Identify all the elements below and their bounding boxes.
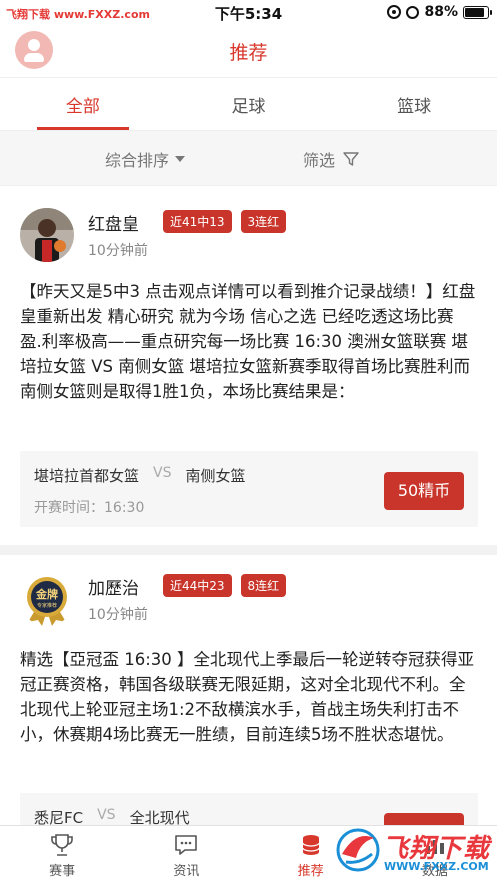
rotation-lock-icon bbox=[387, 5, 402, 19]
author-badges: 近41中13 3连红 bbox=[163, 210, 287, 233]
author-name[interactable]: 红盘皇 bbox=[88, 210, 139, 235]
funnel-icon bbox=[343, 152, 359, 166]
match-teams: 堪培拉首都女篮 VS 南侧女篮 bbox=[34, 465, 246, 486]
nav-news[interactable]: 资讯 bbox=[124, 826, 248, 883]
match-card[interactable]: 悉尼FC VS 全北现代 bbox=[20, 793, 478, 825]
battery-percent: 88% bbox=[424, 4, 458, 20]
battery-icon bbox=[463, 5, 492, 19]
filter-label: 筛选 bbox=[303, 151, 336, 170]
tab-football[interactable]: 足球 bbox=[166, 78, 332, 130]
tab-all[interactable]: 全部 bbox=[0, 78, 166, 130]
away-team: 南侧女篮 bbox=[185, 467, 246, 485]
sort-dropdown[interactable]: 综合排序 bbox=[105, 147, 186, 171]
away-team: 全北现代 bbox=[129, 809, 190, 825]
tab-basketball[interactable]: 篮球 bbox=[331, 78, 497, 130]
filter-button[interactable]: 筛选 bbox=[303, 147, 359, 171]
caret-down-icon bbox=[175, 156, 186, 162]
match-start-time: 开赛时间：16:30 bbox=[34, 500, 145, 516]
post-time: 10分钟前 bbox=[88, 607, 148, 623]
battery-level bbox=[465, 7, 485, 17]
sort-label: 综合排序 bbox=[105, 151, 170, 170]
nav-events-label: 赛事 bbox=[49, 864, 76, 879]
app-screen: 飞翔下载 www.FXXZ.com 下午5:34 88% 推荐 全部 足球 篮球… bbox=[0, 0, 497, 883]
match-card[interactable]: 堪培拉首都女篮 VS 南侧女篮 开赛时间：16:30 50精币 bbox=[20, 451, 478, 527]
status-icons: 88% bbox=[387, 4, 492, 20]
vs-label: VS bbox=[153, 465, 172, 481]
record-badge: 近41中13 bbox=[163, 210, 232, 233]
watermark-logo: 飞翔下载 WWW.FXXZ.COM bbox=[334, 822, 494, 880]
medal-text: 金牌 bbox=[35, 587, 58, 601]
top-header: 推荐 bbox=[0, 26, 497, 76]
post-text[interactable]: 【昨天又是5中3 点击观点详情可以看到推介记录战绩！】红盘皇重新出发 精心研究 … bbox=[20, 279, 478, 404]
chat-icon bbox=[175, 835, 198, 855]
author-name[interactable]: 加歷治 bbox=[88, 574, 139, 599]
home-team: 堪培拉首都女篮 bbox=[34, 467, 140, 485]
post-divider bbox=[0, 545, 497, 555]
post-text[interactable]: 精选【亞冠盃 16:30 】全北现代上季最后一轮逆转夺冠获得亚冠正赛资格，韩国各… bbox=[20, 647, 478, 747]
streak-badge: 3连红 bbox=[240, 210, 287, 233]
home-team: 悉尼FC bbox=[34, 809, 84, 825]
watermark-bird-icon bbox=[336, 828, 380, 872]
alarm-icon bbox=[406, 5, 420, 19]
match-teams: 悉尼FC VS 全北现代 bbox=[34, 807, 190, 825]
nav-news-label: 资讯 bbox=[173, 864, 200, 879]
author-badges: 近44中23 8连红 bbox=[163, 574, 287, 597]
record-badge: 近44中23 bbox=[163, 574, 232, 597]
medal-subtext: 专家推荐 bbox=[37, 602, 57, 609]
category-tabs: 全部 足球 篮球 bbox=[0, 77, 497, 131]
streak-badge: 8连红 bbox=[240, 574, 287, 597]
filter-bar: 综合排序 筛选 bbox=[0, 131, 497, 186]
player-photo-icon bbox=[20, 208, 74, 262]
vs-label: VS bbox=[97, 807, 116, 823]
watermark-url: WWW.FXXZ.COM bbox=[384, 860, 489, 873]
post-time: 10分钟前 bbox=[88, 243, 148, 259]
author-avatar[interactable]: 金牌 专家推荐 bbox=[20, 572, 74, 626]
post-card[interactable]: 金牌 专家推荐 加歷治 近44中23 8连红 10分钟前 精选【亞冠盃 16:3… bbox=[0, 555, 497, 825]
page-title: 推荐 bbox=[229, 42, 268, 64]
author-avatar[interactable] bbox=[20, 208, 74, 262]
nav-recommend-label: 推荐 bbox=[297, 864, 324, 879]
trophy-icon bbox=[51, 834, 73, 856]
status-bar: 飞翔下载 www.FXXZ.com 下午5:34 88% bbox=[0, 0, 497, 26]
buy-price-button[interactable]: 50精币 bbox=[384, 472, 464, 510]
gold-medal-icon: 金牌 专家推荐 bbox=[20, 572, 74, 626]
nav-events[interactable]: 赛事 bbox=[0, 826, 124, 883]
coins-icon bbox=[302, 835, 320, 855]
post-card[interactable]: 红盘皇 近41中13 3连红 10分钟前 【昨天又是5中3 点击观点详情可以看到… bbox=[0, 191, 497, 545]
